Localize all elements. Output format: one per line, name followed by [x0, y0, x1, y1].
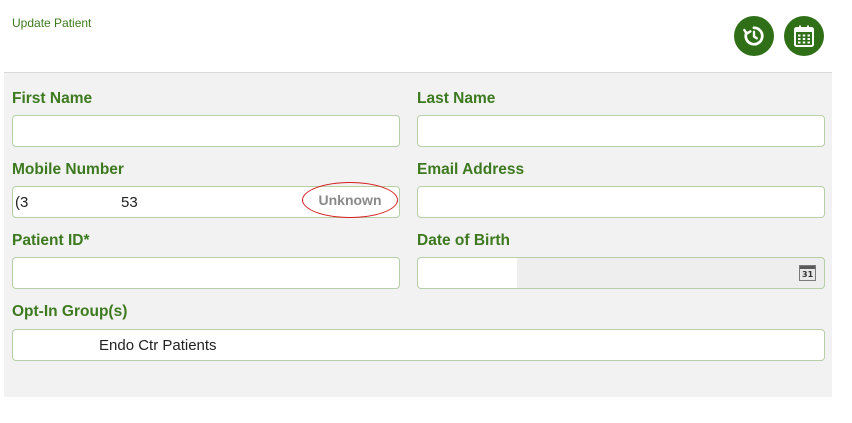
page-title: Update Patient — [12, 16, 92, 30]
opt-in-groups-label: Opt-In Group(s) — [12, 303, 128, 320]
patient-id-field[interactable] — [12, 257, 400, 289]
date-of-birth-value — [418, 258, 517, 288]
mobile-number-field[interactable]: (3 53 Unknown — [12, 182, 400, 218]
email-address-input[interactable] — [418, 187, 824, 217]
update-patient-page: Update Patient First Name Last Name Mobi… — [0, 0, 852, 423]
last-name-input[interactable] — [418, 116, 824, 146]
opt-in-groups-value: Endo Ctr Patients — [99, 337, 217, 354]
mobile-number-prefix: (3 — [15, 194, 29, 211]
history-button[interactable] — [734, 16, 774, 56]
calendar-button[interactable] — [784, 16, 824, 56]
patient-id-input[interactable] — [13, 258, 399, 288]
first-name-label: First Name — [12, 90, 93, 107]
mobile-status-badge: Unknown — [302, 182, 398, 218]
date-picker-icon-text: 31 — [802, 270, 814, 279]
last-name-field[interactable] — [417, 115, 825, 147]
opt-in-groups-field[interactable]: Endo Ctr Patients — [12, 329, 825, 361]
date-picker-icon[interactable]: 31 — [799, 265, 816, 281]
email-address-field[interactable] — [417, 186, 825, 218]
header: Update Patient — [0, 0, 852, 72]
email-address-label: Email Address — [417, 161, 525, 178]
history-icon — [743, 26, 764, 46]
mobile-number-label: Mobile Number — [12, 161, 124, 178]
last-name-label: Last Name — [417, 90, 496, 107]
first-name-input[interactable] — [13, 116, 399, 146]
mobile-number-suffix: 53 — [121, 194, 138, 211]
date-of-birth-label: Date of Birth — [417, 232, 510, 249]
patient-id-label: Patient ID* — [12, 232, 90, 249]
date-of-birth-field[interactable]: 31 — [417, 257, 825, 289]
calendar-icon — [794, 25, 814, 47]
patient-form: First Name Last Name Mobile Number (3 53… — [4, 72, 832, 397]
first-name-field[interactable] — [12, 115, 400, 147]
